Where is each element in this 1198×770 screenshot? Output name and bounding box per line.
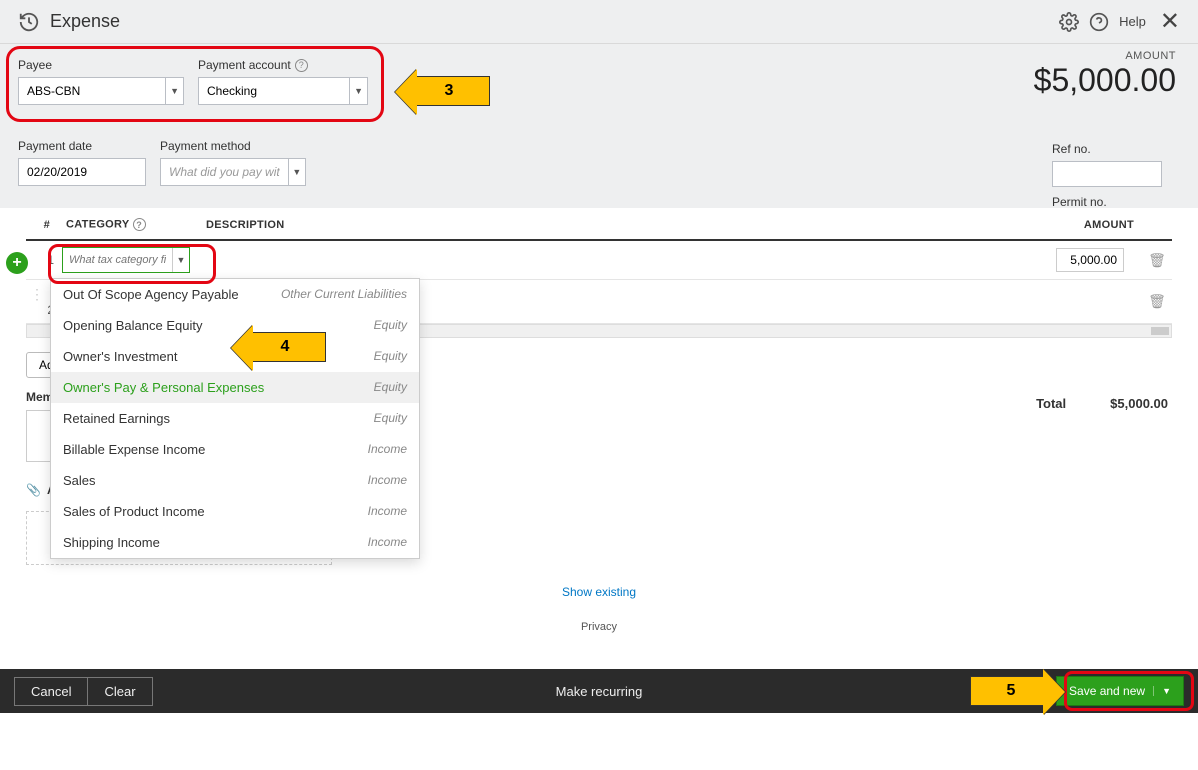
col-category: CATEGORY ?: [58, 208, 198, 240]
table-row[interactable]: 1 ▼ 🗑: [26, 240, 1172, 280]
payment-date-label: Payment date: [18, 139, 146, 153]
save-and-new-button[interactable]: Save and new ▼: [1056, 676, 1184, 706]
col-number: #: [26, 208, 58, 240]
category-option[interactable]: Billable Expense IncomeIncome: [51, 434, 419, 465]
row-number: 1: [26, 240, 58, 280]
col-amount: AMOUNT: [1052, 208, 1142, 240]
payment-account-input[interactable]: [199, 78, 349, 104]
make-recurring-link[interactable]: Make recurring: [556, 684, 643, 699]
trash-icon[interactable]: 🗑: [1142, 240, 1172, 280]
refno-input[interactable]: [1052, 161, 1162, 187]
chevron-down-icon[interactable]: ▼: [288, 159, 305, 185]
total-value: $5,000.00: [1110, 396, 1168, 411]
page-title: Expense: [50, 11, 1059, 32]
payee-dropdown[interactable]: ▼: [18, 77, 184, 105]
refno-label: Ref no.: [1052, 142, 1162, 156]
chevron-down-icon[interactable]: ▼: [349, 78, 367, 104]
gear-icon[interactable]: [1059, 12, 1079, 32]
amount-label: AMOUNT: [1034, 50, 1176, 62]
clear-button[interactable]: Clear: [88, 677, 152, 706]
help-icon[interactable]: ?: [133, 218, 146, 231]
header-bar: Expense Help ✕: [0, 0, 1198, 44]
chevron-down-icon[interactable]: ▼: [1153, 686, 1171, 696]
category-option[interactable]: Out Of Scope Agency PayableOther Current…: [51, 279, 419, 310]
payment-account-dropdown[interactable]: ▼: [198, 77, 368, 105]
trash-icon[interactable]: 🗑: [1142, 280, 1172, 324]
clip-icon: 📎: [26, 483, 41, 497]
category-input[interactable]: [63, 248, 172, 272]
total-label: Total: [1036, 396, 1066, 411]
payment-method-label: Payment method: [160, 139, 306, 153]
amount-value: $5,000.00: [1034, 62, 1176, 99]
show-existing-link[interactable]: Show existing: [562, 585, 636, 599]
col-description: DESCRIPTION: [198, 208, 1052, 240]
callout-arrow-3: 3: [416, 76, 490, 106]
category-option[interactable]: Retained EarningsEquity: [51, 403, 419, 434]
payment-method-input[interactable]: [161, 159, 288, 185]
privacy-link[interactable]: Privacy: [0, 605, 1198, 663]
category-option[interactable]: Shipping IncomeIncome: [51, 527, 419, 558]
payment-account-label: Payment account ?: [198, 58, 368, 72]
add-row-icon[interactable]: +: [6, 252, 28, 274]
help-icon[interactable]: ?: [295, 59, 308, 72]
history-icon[interactable]: [18, 11, 40, 33]
help-icon[interactable]: [1089, 12, 1109, 32]
payment-method-dropdown[interactable]: ▼: [160, 158, 306, 186]
category-dropdown[interactable]: ▼: [62, 247, 190, 273]
form-top: Payee ▼ Payment account ? ▼ AMOUNT $5,00…: [0, 44, 1198, 208]
amount-input[interactable]: [1056, 248, 1124, 272]
line-items-table: + # CATEGORY ? DESCRIPTION AMOUNT 1 ▼: [0, 208, 1198, 324]
payee-input[interactable]: [19, 78, 165, 104]
description-input[interactable]: [202, 248, 1048, 272]
callout-arrow-4: 4: [252, 332, 326, 362]
payment-date-input[interactable]: [18, 158, 146, 186]
chevron-down-icon[interactable]: ▼: [165, 78, 183, 104]
help-label[interactable]: Help: [1119, 14, 1146, 29]
close-icon[interactable]: ✕: [1160, 7, 1180, 36]
chevron-down-icon[interactable]: ▼: [172, 248, 189, 272]
category-dropdown-menu[interactable]: Out Of Scope Agency PayableOther Current…: [50, 278, 420, 559]
permitno-label: Permit no.: [1052, 195, 1162, 209]
category-option[interactable]: SalesIncome: [51, 465, 419, 496]
category-option[interactable]: Owner's Pay & Personal ExpensesEquity: [51, 372, 419, 403]
cancel-button[interactable]: Cancel: [14, 677, 88, 706]
payee-label: Payee: [18, 58, 184, 72]
category-option[interactable]: Sales of Product IncomeIncome: [51, 496, 419, 527]
callout-arrow-5: 5: [970, 676, 1044, 706]
